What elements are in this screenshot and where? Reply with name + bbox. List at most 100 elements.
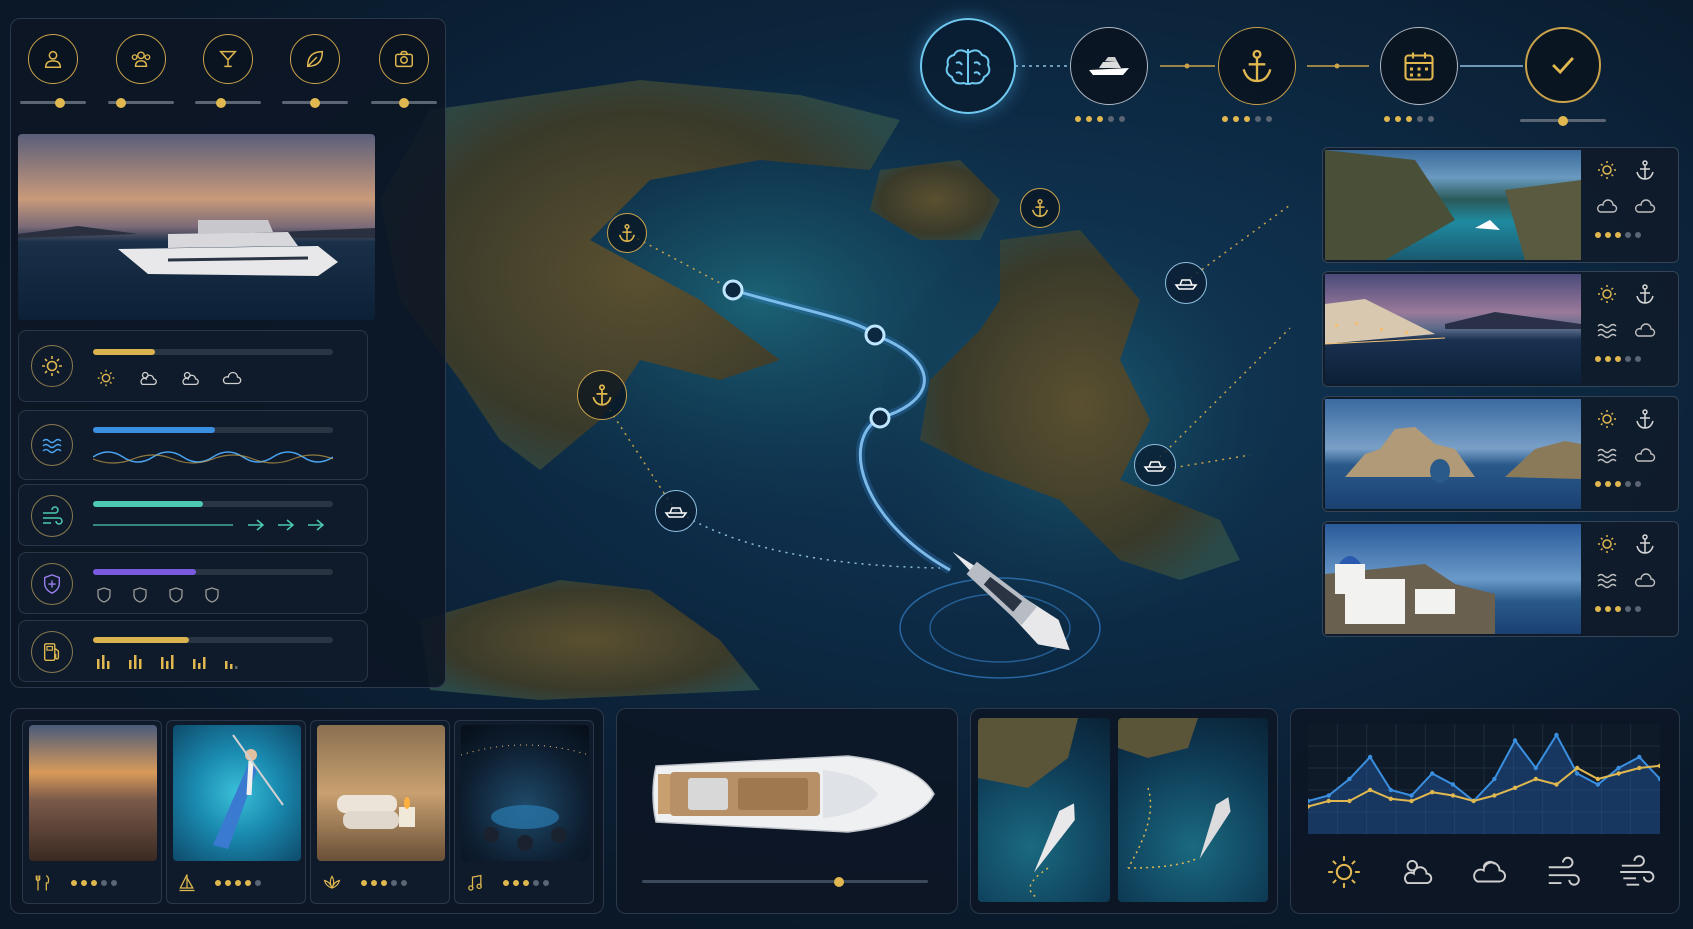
yacht-deck-plan[interactable] — [648, 744, 938, 844]
rating-dot-empty — [1635, 606, 1641, 612]
fuel-icon — [31, 631, 73, 673]
pref-slider-5[interactable] — [371, 97, 437, 108]
destination-card-rock-arch[interactable] — [1322, 396, 1679, 512]
rating-dot-empty — [533, 880, 539, 886]
data-point[interactable] — [1450, 793, 1456, 798]
data-point[interactable] — [1430, 790, 1435, 795]
boat-marker-1[interactable] — [655, 490, 697, 532]
rating-dot-filled — [513, 880, 519, 886]
boat-marker-2[interactable] — [1165, 262, 1207, 304]
rating-dot-filled — [503, 880, 509, 886]
anchor-marker-1[interactable] — [607, 213, 647, 253]
data-point[interactable] — [1616, 771, 1621, 776]
data-point[interactable] — [1409, 793, 1414, 798]
brain-icon — [945, 49, 991, 85]
confirm-step-node[interactable] — [1525, 27, 1601, 103]
waves-icon — [1597, 448, 1617, 464]
slider-knob[interactable] — [1558, 115, 1568, 126]
weather-bar-fill — [93, 349, 156, 355]
forecast-chart[interactable] — [1308, 724, 1660, 834]
pref-slider-2[interactable] — [108, 97, 174, 108]
rating-dot-filled — [1384, 116, 1390, 122]
data-point[interactable] — [1388, 787, 1394, 793]
experience-card-spa[interactable] — [310, 720, 450, 904]
data-point[interactable] — [1533, 776, 1538, 782]
data-point[interactable] — [1574, 771, 1580, 776]
data-point[interactable] — [1347, 798, 1352, 804]
cloud-icon — [1635, 573, 1656, 587]
boat-marker-3[interactable] — [1134, 444, 1176, 486]
metric-wind[interactable] — [18, 484, 368, 546]
slider-knob[interactable] — [399, 97, 409, 108]
data-point[interactable] — [1595, 776, 1601, 782]
data-point[interactable] — [1430, 771, 1435, 776]
data-point[interactable] — [1574, 765, 1580, 771]
data-point[interactable] — [1554, 732, 1559, 738]
waypoint-2[interactable] — [864, 324, 886, 346]
experience-card-night-party[interactable] — [454, 720, 594, 904]
data-point[interactable] — [1409, 798, 1414, 804]
data-point[interactable] — [1616, 765, 1621, 771]
data-point[interactable] — [1367, 754, 1373, 760]
waypoint-1[interactable] — [722, 279, 744, 301]
rating-dot-empty — [1108, 116, 1114, 122]
slider-knob[interactable] — [54, 97, 65, 108]
ai-planner-node[interactable] — [920, 18, 1016, 114]
user-icon[interactable] — [28, 34, 78, 84]
data-point[interactable] — [1326, 793, 1331, 798]
data-point[interactable] — [1512, 738, 1518, 743]
yacht-timeline[interactable] — [642, 876, 928, 887]
slider-knob[interactable] — [310, 97, 320, 108]
camera-icon[interactable] — [379, 34, 429, 84]
data-point[interactable] — [1637, 765, 1642, 771]
data-point[interactable] — [1450, 782, 1456, 787]
timeline-knob[interactable] — [834, 876, 845, 887]
experience-photo — [29, 725, 157, 861]
data-point[interactable] — [1326, 798, 1331, 804]
data-point[interactable] — [1637, 754, 1642, 760]
experience-card-dining[interactable] — [22, 720, 162, 904]
cocktail-icon[interactable] — [203, 34, 253, 84]
pref-slider-1[interactable] — [20, 97, 86, 108]
destination-card-harbor-town[interactable] — [1322, 271, 1679, 387]
slider-knob[interactable] — [216, 97, 227, 108]
anchor-step-node[interactable] — [1218, 27, 1296, 105]
calendar-step-node[interactable] — [1380, 27, 1458, 105]
anchor-marker-2[interactable] — [577, 370, 627, 420]
data-point[interactable] — [1347, 776, 1352, 782]
group-icon[interactable] — [116, 34, 166, 84]
boat-icon — [664, 507, 688, 518]
yacht-step-node[interactable] — [1070, 27, 1148, 105]
anchor-marker-3[interactable] — [1020, 188, 1060, 228]
data-point[interactable] — [1388, 796, 1394, 801]
docking-frame-2 — [1118, 718, 1268, 902]
data-point[interactable] — [1492, 793, 1497, 798]
waypoint-3[interactable] — [869, 407, 891, 429]
experience-rating — [503, 880, 549, 886]
experience-card-paddleboard[interactable] — [166, 720, 306, 904]
metric-fuel[interactable] — [18, 620, 368, 682]
data-point[interactable] — [1367, 787, 1373, 793]
sun-icon — [1598, 410, 1616, 428]
data-point[interactable] — [1533, 765, 1538, 771]
leaf-icon[interactable] — [290, 34, 340, 84]
data-point[interactable] — [1595, 782, 1601, 787]
pref-slider-4[interactable] — [282, 97, 348, 108]
metric-safety[interactable] — [18, 552, 368, 614]
data-point[interactable] — [1471, 798, 1476, 804]
partly-cloudy-icon — [182, 371, 199, 386]
slider-knob[interactable] — [116, 97, 127, 108]
confirm-progress[interactable] — [1520, 115, 1606, 126]
rating-dot-filled — [1605, 232, 1611, 238]
data-point[interactable] — [1554, 782, 1559, 787]
check-icon — [1552, 56, 1574, 75]
anchor-icon — [592, 384, 612, 406]
destination-card-cove[interactable] — [1322, 147, 1679, 263]
metric-waves[interactable] — [18, 410, 368, 480]
metric-weather[interactable] — [18, 330, 368, 402]
pref-slider-3[interactable] — [195, 97, 261, 108]
data-point[interactable] — [1512, 785, 1518, 790]
data-point[interactable] — [1492, 776, 1497, 782]
destination-card-white-village[interactable] — [1322, 521, 1679, 637]
destination-photo — [1325, 524, 1581, 634]
